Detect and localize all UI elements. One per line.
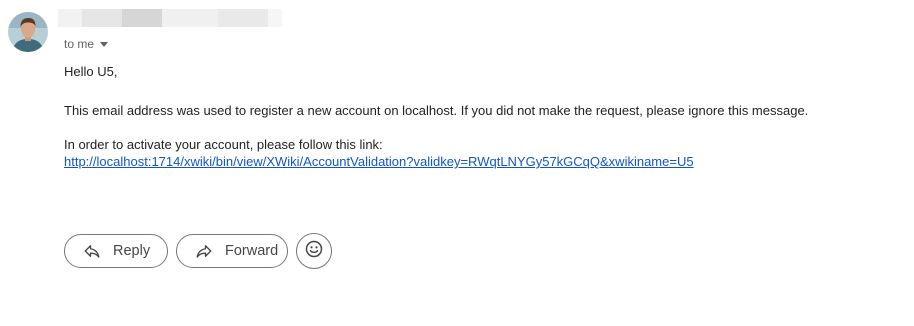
forward-button[interactable]: Forward	[176, 234, 288, 268]
greeting-text: Hello U5,	[64, 64, 118, 79]
forward-icon	[195, 242, 213, 260]
reply-icon	[83, 242, 101, 260]
caret-down-icon[interactable]	[100, 41, 109, 47]
sender-avatar[interactable]	[8, 12, 48, 52]
reply-label: Reply	[113, 243, 151, 259]
message-actions: Reply Forward	[64, 233, 332, 269]
recipient-label: to me	[64, 37, 95, 51]
emoji-reaction-button[interactable]	[296, 233, 332, 269]
email-message-view: to me Hello U5, This email address was u…	[0, 0, 914, 326]
emoji-reaction-icon	[304, 239, 324, 264]
activation-instruction-text: In order to activate your account, pleas…	[64, 137, 383, 152]
reply-button[interactable]: Reply	[64, 234, 168, 268]
message-body: Hello U5, This email address was used to…	[64, 63, 904, 170]
sender-name-redacted	[58, 9, 282, 27]
forward-label: Forward	[225, 243, 279, 259]
registration-notice-text: This email address was used to register …	[64, 103, 809, 118]
activation-link[interactable]: http://localhost:1714/xwiki/bin/view/XWi…	[64, 153, 904, 170]
recipient-details-toggle[interactable]: to me	[64, 36, 109, 52]
